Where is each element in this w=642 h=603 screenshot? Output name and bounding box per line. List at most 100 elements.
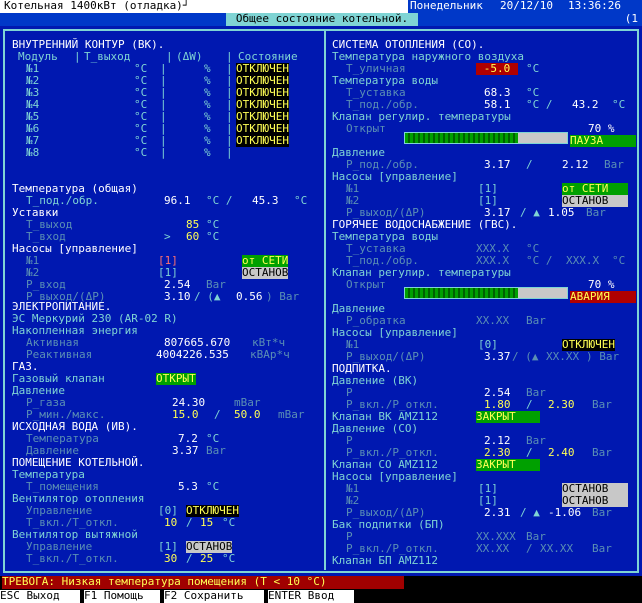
gvs-pr-value: XX.XX — [476, 314, 510, 327]
temp-supply-value: 96.1 — [164, 194, 191, 207]
heating-dp-value: 1.05 — [548, 206, 575, 219]
pump-vk-pout-unit: ) Bar — [266, 290, 300, 303]
pump-vk-pout-value: 3.10 — [164, 290, 191, 303]
gvs-pout-mid: / (▲ — [512, 350, 539, 363]
fan-heat-unit: °C — [222, 516, 236, 529]
fan-exh-sep: / — [186, 552, 193, 565]
gvs-pout-unit: ) Bar — [586, 350, 620, 363]
pump-vk-pout-mid: / (▲ — [194, 290, 221, 303]
f2-key: F2 — [164, 589, 178, 602]
makeup-co-valve-state: ЗАКРЫТ — [476, 459, 540, 471]
src-water-press-unit: Bar — [206, 444, 226, 457]
function-key-bar: ESC Выход F1 Помощь F2 Сохранить ENTER В… — [0, 589, 642, 603]
fan-exh-unit: °C — [222, 552, 236, 565]
gas-max-value[interactable]: 50.0 — [234, 409, 261, 421]
fan-exh-on[interactable]: 30 — [164, 553, 177, 565]
makeup-co-sep: / — [526, 446, 533, 459]
gvs-pout-value: 3.37 — [484, 350, 511, 363]
gas-minmax-sep: / — [214, 408, 221, 421]
makeup-vk-sep: / — [526, 398, 533, 411]
f2-label: Сохранить — [183, 589, 244, 602]
makeup-co-off[interactable]: 2.40 — [548, 447, 575, 459]
gvs-to-unit: °C — [612, 254, 626, 267]
esc-exit-button[interactable]: ESC Выход — [0, 590, 80, 603]
f1-help-button[interactable]: F1 Помощь — [84, 590, 160, 603]
gas-min-value[interactable]: 15.0 — [172, 409, 199, 421]
makeup-vk-sw-unit: Bar — [592, 398, 612, 411]
screen-header: Общее состояние котельной. (1 — [0, 13, 642, 26]
vk-module-tout-unit: °C — [134, 146, 148, 159]
electric-reactive-unit: кВАр*ч — [250, 348, 290, 361]
setpoint-in-unit: °C — [206, 230, 220, 243]
enter-input-button[interactable]: ENTER Ввод — [268, 590, 354, 603]
time: 13:36:26 — [568, 0, 621, 12]
makeup-tank-valve-label: Клапан БП AMZ112 — [332, 554, 438, 567]
f1-key: F1 — [84, 589, 98, 602]
esc-key: ESC — [0, 589, 20, 602]
enter-key: ENTER — [268, 589, 302, 602]
fan-heat-on[interactable]: 10 — [164, 517, 177, 529]
gvs-valve-open-label: Открыт — [346, 278, 386, 291]
column-separator: | — [160, 146, 167, 159]
temp-return-unit: °C — [294, 194, 308, 207]
room-temp-unit: °C — [206, 480, 220, 493]
heating-pout-unit: Bar — [586, 206, 606, 219]
weekday: Понедельник — [410, 0, 483, 12]
gvs-pr-unit: Bar — [526, 314, 546, 327]
makeup-vk-valve-state: ЗАКРЫТ — [476, 411, 540, 423]
heating-outdoor-unit: °C — [526, 62, 540, 75]
gvs-valve-state: АВАРИЯ — [570, 291, 636, 303]
heating-po-value: 2.12 — [562, 158, 589, 171]
vk-module-state: ОТКЛЮЧЕН — [236, 134, 289, 147]
makeup-pout-value: 2.31 — [484, 506, 511, 519]
alarm-bar: ТРЕВОГА: Низкая температура помещения (T… — [0, 576, 642, 589]
makeup-tank-off: XX.XX — [540, 542, 574, 555]
f2-save-button[interactable]: F2 Сохранить — [164, 590, 264, 603]
makeup-vk-off[interactable]: 2.30 — [548, 399, 575, 411]
heating-valve-fill — [405, 133, 519, 143]
fan-heat-off[interactable]: 15 — [200, 517, 213, 529]
gvs-valve-fill — [405, 288, 519, 298]
vk-col-tout: T_выход — [84, 50, 131, 63]
column-separator: | — [226, 146, 233, 159]
heating-valve-open-label: Открыт — [346, 122, 386, 135]
heating-valve-state: ПАУЗА — [570, 135, 636, 147]
pump-vk-dp-value: 0.56 — [236, 290, 263, 303]
fan-heat-sep: / — [186, 516, 193, 529]
window-title: Котельная 1400кВт (отладка)┘ — [4, 0, 190, 12]
fan-exh-off[interactable]: 25 — [200, 553, 213, 565]
heating-press-unit: Bar — [604, 158, 624, 171]
makeup-co-sw-unit: Bar — [592, 446, 612, 459]
makeup-pout-unit: Bar — [592, 506, 612, 519]
makeup-tank-sw-unit: Bar — [592, 542, 612, 555]
gvs-to-value: XXX.X — [566, 254, 600, 267]
makeup-vk-title: Давление (ВК) — [332, 374, 419, 387]
gas-minmax-unit: mBar — [278, 408, 305, 421]
gvs-tp-unit: °C / — [526, 254, 553, 267]
heating-press-sep: / — [526, 158, 533, 171]
heating-to-value: 43.2 — [572, 98, 599, 111]
alarm-message: ТРЕВОГА: Низкая температура помещения (T… — [2, 576, 404, 589]
temp-return-value: 45.3 — [252, 194, 279, 207]
gvs-valve-bar — [404, 287, 568, 299]
heating-tp-unit: °C / — [526, 98, 553, 111]
vk-col-dw: (ΔW) — [176, 50, 203, 63]
temp-supply-unit: °C / — [206, 194, 233, 207]
main-panel: ВНУТРЕННИЙ КОНТУР (ВК). Модуль T_выход (… — [0, 26, 642, 576]
column-divider — [324, 30, 326, 570]
gvs-dp-value: XX.XX — [546, 350, 580, 363]
f1-label: Помощь — [103, 589, 144, 602]
datetime-box: Понедельник 20/12/10 13:36:26 — [408, 0, 642, 13]
src-water-press-value: 3.37 — [172, 444, 199, 457]
heating-pout-mid: / ▲ — [520, 206, 540, 219]
vk-module-name: №8 — [26, 146, 40, 159]
column-separator: | — [226, 50, 233, 63]
heating-to-unit: °C — [612, 98, 626, 111]
fan-exh-sw-label: T_вкл./T_откл. — [26, 552, 119, 565]
column-separator: | — [166, 50, 173, 63]
setpoint-in-value[interactable]: 60 — [186, 231, 199, 243]
makeup-pout-mid: / ▲ — [520, 506, 540, 519]
setpoint-in-sep: > — [164, 230, 171, 243]
gas-valve-state: ОТКРЫТ — [156, 372, 196, 385]
vk-module-dw-unit: % — [204, 146, 211, 159]
